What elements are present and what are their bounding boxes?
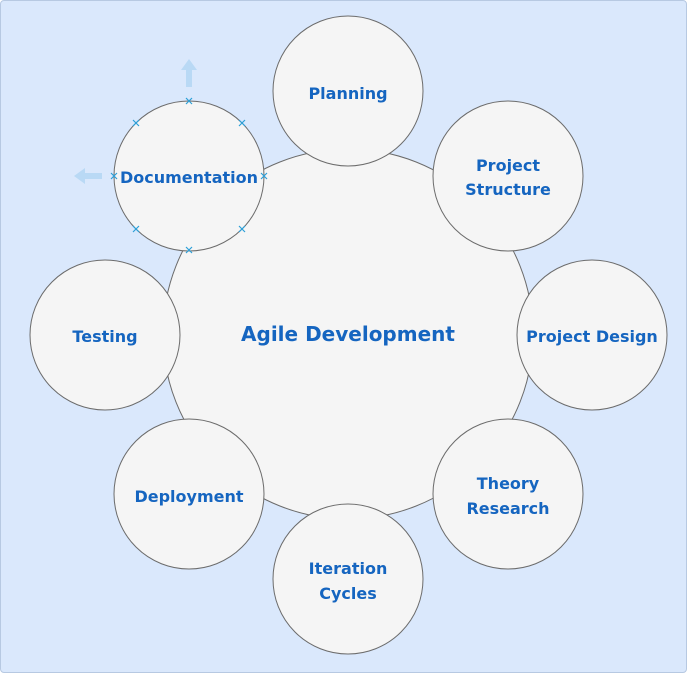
arrow-left-icon[interactable] — [74, 168, 102, 184]
node-project-structure-label-2: Structure — [465, 180, 551, 199]
node-theory-research-label-2: Research — [466, 499, 549, 518]
node-planning[interactable]: Planning — [272, 15, 424, 167]
node-testing[interactable]: Testing — [29, 259, 181, 411]
node-documentation-label: Documentation — [120, 168, 258, 187]
node-theory-research-label-1: Theory — [477, 474, 540, 493]
node-project-design[interactable]: Project Design — [516, 259, 668, 411]
node-iteration-cycles[interactable]: Iteration Cycles — [272, 503, 424, 655]
node-deployment-label: Deployment — [134, 487, 243, 506]
arrow-up-icon[interactable] — [181, 59, 197, 87]
diagram-canvas: Agile Development Planning Project Struc… — [0, 0, 687, 673]
node-theory-research[interactable]: Theory Research — [432, 418, 584, 570]
node-project-structure-label-1: Project — [476, 156, 540, 175]
node-deployment[interactable]: Deployment — [113, 418, 265, 570]
node-planning-label: Planning — [308, 84, 387, 103]
node-iteration-cycles-label-2: Cycles — [319, 584, 377, 603]
node-testing-label: Testing — [72, 327, 137, 346]
center-node-label: Agile Development — [241, 322, 455, 346]
node-project-structure[interactable]: Project Structure — [432, 100, 584, 252]
node-iteration-cycles-label-1: Iteration — [309, 559, 388, 578]
node-project-design-label: Project Design — [526, 327, 658, 346]
diagram-svg: Agile Development Planning Project Struc… — [29, 15, 668, 655]
